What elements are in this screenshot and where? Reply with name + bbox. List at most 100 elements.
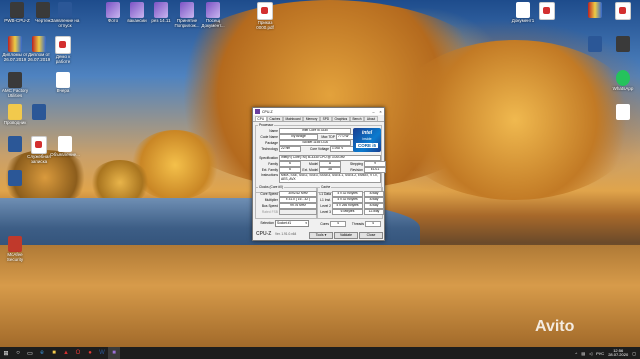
desktop-icon[interactable]: Демо к работе — [48, 36, 78, 64]
package-label: Package — [265, 140, 278, 145]
archive-icon — [8, 36, 22, 52]
processor-group-label: Processor — [258, 123, 275, 128]
language-indicator[interactable]: РУС — [596, 351, 604, 356]
watermark: Avito — [535, 318, 575, 335]
selection-label: Selection — [260, 221, 274, 225]
corevoltage-value: 1.092 V — [330, 146, 354, 152]
validate-button[interactable]: Validate — [334, 232, 358, 239]
desktop-icon[interactable] — [0, 170, 30, 186]
minimize-button[interactable]: – — [370, 109, 377, 114]
version-label: Ver. 1.91.0.x64 — [275, 232, 297, 236]
desktop-icon[interactable] — [608, 36, 638, 52]
desktop-icon[interactable]: Вчера — [48, 72, 78, 93]
pdf-icon — [539, 2, 555, 20]
pdf-icon — [55, 36, 71, 54]
extfamily-row: Ext. Family 6 Ext. Model 3A Revision E1/… — [256, 167, 386, 173]
l1inst-label: L1 Inst. — [320, 197, 331, 202]
taskview-button[interactable]: ▭ — [24, 347, 36, 359]
desktop-icon[interactable] — [608, 104, 638, 120]
maxtdp-value: 77.0 W — [336, 134, 354, 140]
tab-bench[interactable]: Bench — [350, 116, 364, 121]
document-icon — [56, 72, 70, 88]
extfamily-value: 6 — [279, 167, 301, 173]
multiplier-row: Multiplier x 31.0 ( 16 - 32 ) — [256, 197, 317, 203]
taskbar-app-cpuz[interactable]: ■ — [108, 347, 120, 359]
instructions-row: Instructions MMX, SSE, SSE2, SSE3, SSSE3… — [256, 173, 381, 183]
clocks-group-label: Clocks (Core #0) — [258, 185, 284, 190]
desktop-icon[interactable]: WhatsApp — [608, 70, 638, 91]
codename-row: Code Name Ivy Bridge Max TDP 77.0 W — [256, 134, 354, 140]
cores-row: Cores 4 Threads 4 — [317, 221, 381, 227]
notifications-icon[interactable]: ▢ — [632, 351, 636, 356]
extmodel-label: Ext. Model — [302, 167, 318, 172]
taskbar-app[interactable]: ● — [84, 347, 96, 359]
desktop-icon[interactable]: McAfee Security — [0, 236, 30, 262]
clock-date: 28.07.2020 — [608, 352, 629, 357]
desktop-icon[interactable]: Приказ 0000.pdf — [250, 2, 280, 30]
desktop-icon[interactable]: Посещ Документ... — [198, 2, 228, 28]
l1data-row: L1 Data 4 x 32 KBytes 8-way — [317, 191, 384, 197]
desktop-icon[interactable] — [24, 104, 54, 120]
stepping-label: Stepping — [349, 161, 363, 166]
clock[interactable]: 12:56 28.07.2020 — [608, 348, 629, 358]
edge-icon: e — [40, 350, 44, 356]
tab-about[interactable]: About — [364, 116, 378, 121]
mcafee-icon — [8, 236, 22, 252]
archive-icon — [588, 2, 602, 18]
extmodel-value: 3A — [319, 167, 341, 173]
taskbar-app[interactable]: O — [72, 347, 84, 359]
model-value: A — [319, 161, 341, 167]
desktop-icon[interactable]: Заявление на отпуск — [50, 2, 80, 28]
chevron-down-icon: ▾ — [305, 221, 307, 225]
multiplier-value: x 31.0 ( 16 - 32 ) — [279, 197, 317, 203]
revision-value: E1/L1 — [364, 167, 386, 173]
desktop-icon[interactable] — [580, 36, 610, 52]
volume-icon[interactable]: ◁ — [589, 351, 592, 356]
desktop-icon[interactable]: Объявление... — [50, 136, 80, 157]
l1data-way: 8-way — [364, 191, 384, 197]
search-icon: ○ — [16, 350, 20, 356]
package-row: Package Socket 1155 LGA — [256, 140, 351, 146]
tab-cpu[interactable]: CPU — [255, 116, 267, 121]
corespeed-label: Core Speed — [260, 191, 278, 196]
network-icon[interactable]: ▤ — [581, 351, 585, 356]
instructions-value: MMX, SSE, SSE2, SSE3, SSSE3, SSE4.1, SSE… — [279, 173, 381, 183]
tab-spd[interactable]: SPD — [320, 116, 332, 121]
document-icon — [58, 136, 72, 152]
chevron-up-icon[interactable]: ^ — [575, 351, 577, 356]
desktop-icon[interactable]: AMC Factory Utilities — [0, 72, 30, 98]
taskbar: ⊞ ○ ▭ e ■ ▲ O ● W ■ ^ ▤ ◁ РУС 12:56 28.0… — [0, 347, 640, 359]
technology-row: Technology 22 nm Core Voltage 1.092 V — [256, 146, 354, 152]
spec-value: Intel(R) Core(TM) i5-3330 CPU @ 3.00GHz — [279, 155, 381, 161]
threads-label: Threads — [351, 221, 364, 226]
tab-memory[interactable]: Memory — [303, 116, 320, 121]
chevron-down-icon: ▾ — [324, 233, 327, 237]
cache-group-label: Cache — [320, 185, 332, 190]
cpuz-icon: ■ — [112, 350, 116, 356]
intel-core-i5-logo: intel inside CORE i5 — [353, 128, 381, 152]
taskbar-app[interactable]: e — [36, 347, 48, 359]
taskbar-app[interactable]: ■ — [48, 347, 60, 359]
close-app-button[interactable]: Close — [359, 232, 383, 239]
window-titlebar[interactable]: CPU-Z – × — [253, 108, 384, 115]
desktop-icon[interactable] — [608, 2, 638, 20]
word-icon — [8, 170, 22, 186]
tab-graphics[interactable]: Graphics — [332, 116, 350, 121]
cpuz-window[interactable]: CPU-Z – × CPU Caches Mainboard Memory SP… — [252, 107, 386, 241]
busspeed-label: Bus Speed — [261, 203, 278, 208]
close-button[interactable]: × — [377, 109, 384, 114]
level2-row: Level 2 4 x 256 KBytes 8-way — [317, 203, 384, 209]
taskbar-app[interactable]: ▲ — [60, 347, 72, 359]
socket-select[interactable]: Socket #1 ▾ — [275, 220, 309, 227]
desktop-icon[interactable] — [580, 2, 610, 18]
start-button[interactable]: ⊞ — [0, 347, 12, 359]
search-button[interactable]: ○ — [12, 347, 24, 359]
tab-mainboard[interactable]: Mainboard — [283, 116, 303, 121]
taskbar-app[interactable]: W — [96, 347, 108, 359]
desktop-icon[interactable] — [532, 2, 562, 20]
cores-label: Cores — [320, 221, 329, 226]
tools-button[interactable]: Tools ▾ — [309, 232, 333, 239]
tab-caches[interactable]: Caches — [267, 116, 283, 121]
stepping-value: 9 — [364, 161, 386, 167]
explorer-icon: ■ — [52, 350, 56, 356]
